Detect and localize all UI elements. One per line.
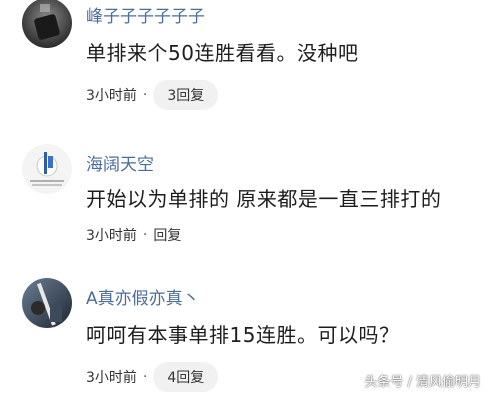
comment-time: 3小时前 <box>86 228 137 244</box>
avatar[interactable] <box>22 278 72 328</box>
comment-text: 开始以为单排的 原来都是一直三排打的 <box>86 187 442 211</box>
avatar[interactable] <box>22 0 72 48</box>
comment-time: 3小时前 <box>86 370 137 386</box>
comment-username[interactable]: 海阔天空 <box>86 150 154 175</box>
reply-button[interactable]: 4回复 <box>153 362 219 392</box>
comment-meta: 3小时前 · 回复 <box>86 220 181 250</box>
meta-separator: · <box>142 369 148 385</box>
avatar-image <box>22 144 72 194</box>
comment-meta: 3小时前 · 4回复 <box>86 362 219 392</box>
comment-username[interactable]: A真亦假亦真丶 <box>86 284 200 309</box>
avatar-image <box>22 278 72 328</box>
comment-meta: 3小时前 · 3回复 <box>86 80 219 110</box>
comment-text: 呵呵有本事单排15连胜。可以吗？ <box>86 323 400 347</box>
avatar-image <box>22 0 72 48</box>
reply-button[interactable]: 3回复 <box>153 80 219 110</box>
comment-username[interactable]: 峰子子子子子子 <box>86 2 205 27</box>
comment-time: 3小时前 <box>86 88 137 104</box>
watermark: 头条号 / 清风偷明月 <box>364 375 481 390</box>
meta-separator: · <box>142 87 148 103</box>
avatar[interactable] <box>22 144 72 194</box>
comment-list: 峰子子子子子子 单排来个50连胜看看。没种吧 3小时前 · 3回复 海阔天空 开… <box>0 0 495 400</box>
comment-text: 单排来个50连胜看看。没种吧 <box>86 41 359 65</box>
reply-button[interactable]: 回复 <box>153 225 181 245</box>
meta-separator: · <box>142 227 148 243</box>
